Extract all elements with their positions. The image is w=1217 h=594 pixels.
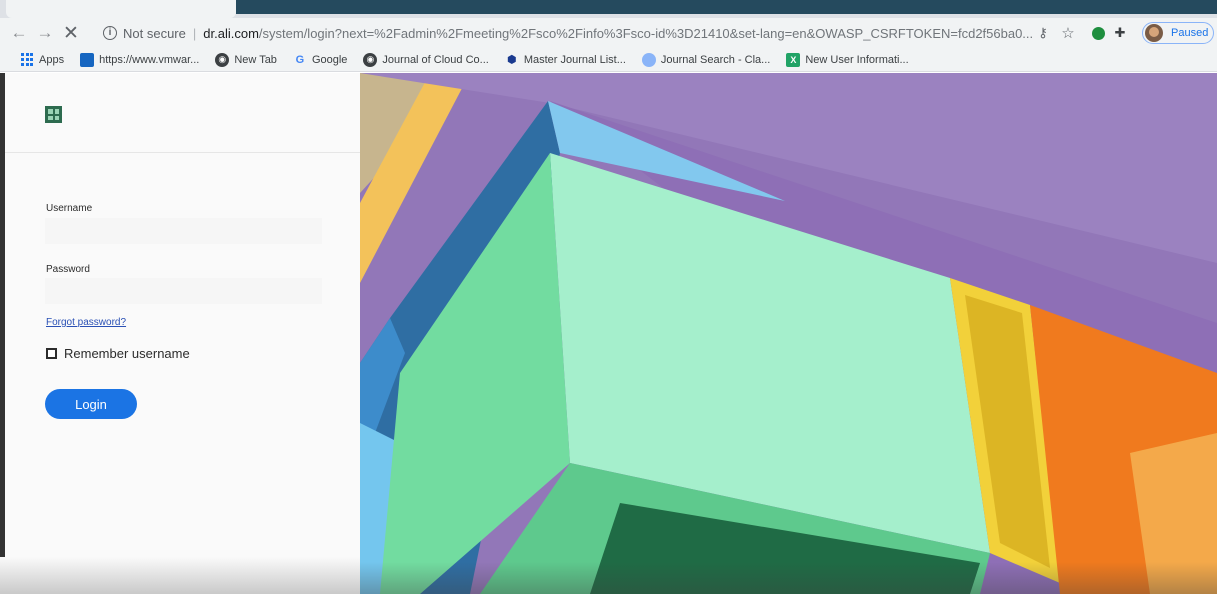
remember-username-label: Remember username <box>64 346 190 361</box>
bookmark-new-tab[interactable]: ◉ New Tab <box>215 52 277 67</box>
bookmark-label: New Tab <box>234 53 277 66</box>
page-content: Username Password Forgot password? Remem… <box>0 73 1217 594</box>
checkbox-icon[interactable] <box>46 348 57 359</box>
bookmark-label: https://www.vmwar... <box>99 53 200 66</box>
excel-icon: X <box>786 52 801 67</box>
url-host: dr.ali.com <box>203 25 259 41</box>
apps-grid-icon <box>20 52 34 67</box>
extension-grammarly-icon[interactable] <box>1088 22 1108 44</box>
profile-button[interactable]: Paused <box>1142 22 1214 44</box>
bookmark-star-icon[interactable]: ☆ <box>1058 22 1078 44</box>
bookmark-google[interactable]: G Google <box>293 53 348 67</box>
avatar <box>1145 24 1163 42</box>
stop-loading-icon[interactable]: ✕ <box>58 20 84 46</box>
omnibox-separator: | <box>192 25 197 41</box>
bookmark-apps[interactable]: Apps <box>20 52 65 67</box>
google-icon: G <box>295 53 305 66</box>
key-icon[interactable]: ⚷ <box>1033 22 1053 44</box>
bookmark-label: Google <box>311 53 348 66</box>
info-icon[interactable]: i <box>103 26 117 40</box>
password-label: Password <box>46 264 90 275</box>
bookmark-label: Journal Search - Cla... <box>660 53 771 66</box>
bookmark-journal-cloud[interactable]: ◉ Journal of Cloud Co... <box>363 52 489 67</box>
globe-icon <box>641 52 656 67</box>
browser-toolbar: ← → ✕ i Not secure | dr.ali.com/system/l… <box>0 18 1217 48</box>
header-divider <box>5 152 360 153</box>
bookmark-label: Apps <box>39 53 65 66</box>
bookmark-journal-search[interactable]: Journal Search - Cla... <box>641 52 771 67</box>
hexagon-icon: ⬢ <box>507 54 517 66</box>
app-logo-icon <box>45 106 62 123</box>
forgot-password-link[interactable]: Forgot password? <box>46 317 126 328</box>
url-path: /system/login?next=%2Fadmin%2Fmeeting%2F… <box>258 25 1034 41</box>
vmware-icon <box>80 52 95 67</box>
login-button[interactable]: Login <box>45 389 137 419</box>
tab-strip <box>0 0 1217 18</box>
extensions-puzzle-icon[interactable]: ✚ <box>1110 22 1130 44</box>
address-bar[interactable]: i Not secure | dr.ali.com/system/login?n… <box>103 21 1043 45</box>
profile-status: Paused <box>1171 27 1209 39</box>
back-arrow-icon[interactable]: ← <box>6 20 32 46</box>
bottom-fade <box>0 557 360 594</box>
hero-bottom-fade <box>360 562 1217 594</box>
hero-illustration <box>360 73 1217 594</box>
globe-icon: ◉ <box>363 52 378 67</box>
bookmark-new-user-info[interactable]: X New User Informati... <box>786 52 909 67</box>
remember-username-checkbox[interactable]: Remember username <box>46 346 190 361</box>
active-tab[interactable] <box>6 0 236 18</box>
security-indicator[interactable]: Not secure <box>123 26 186 41</box>
globe-icon: ◉ <box>215 52 230 67</box>
username-input[interactable] <box>45 218 322 244</box>
bookmark-label: New User Informati... <box>805 53 909 66</box>
forward-arrow-icon[interactable]: → <box>32 20 58 46</box>
username-label: Username <box>46 203 93 214</box>
tab-strip-background <box>236 0 1217 14</box>
bookmark-vmware[interactable]: https://www.vmwar... <box>80 52 200 67</box>
bookmark-label: Journal of Cloud Co... <box>382 53 489 66</box>
bookmarks-bar: Apps https://www.vmwar... ◉ New Tab G Go… <box>0 48 1217 72</box>
password-input[interactable] <box>45 278 322 304</box>
bookmark-label: Master Journal List... <box>523 53 626 66</box>
bookmark-master-journal[interactable]: ⬢ Master Journal List... <box>505 53 626 67</box>
